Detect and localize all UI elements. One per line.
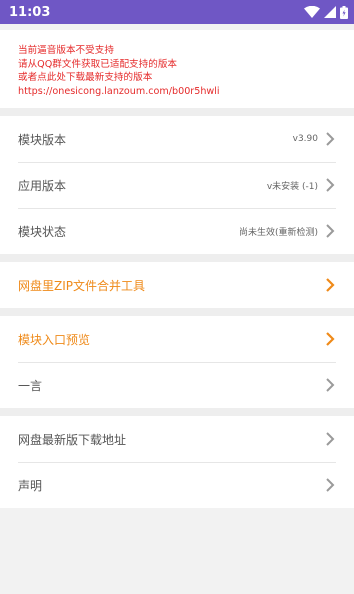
status-bar: 11:03 [0,0,354,24]
row-module-status[interactable]: 模块状态 尚未生效(重新检测) [0,208,354,254]
row-yiyan[interactable]: 一言 [0,362,354,408]
row-latest-download[interactable]: 网盘最新版下载地址 [0,416,354,462]
row-app-version[interactable]: 应用版本 v未安装 (-1) [0,162,354,208]
row-module-entry-preview[interactable]: 模块入口预览 [0,316,354,362]
section-divider [0,254,354,262]
signal-icon [324,6,336,18]
row-label: 声明 [18,478,43,493]
notice-line-1: 当前逼音版本不受支持 [18,45,114,56]
row-label: 应用版本 [18,178,67,193]
download-group: 网盘最新版下载地址 声明 [0,416,354,508]
unsupported-version-notice[interactable]: 当前逼音版本不受支持 请从QQ群文件获取已适配支持的版本 或者点此处下载最新支持… [0,30,354,108]
chevron-right-icon [326,132,335,146]
row-label: 模块版本 [18,132,67,147]
module-version-value: v3.90 [292,134,318,144]
wifi-icon [304,6,320,18]
row-label: 模块入口预览 [18,332,91,347]
chevron-right-icon [326,478,335,492]
chevron-right-icon [326,378,335,392]
entry-group: 模块入口预览 一言 [0,316,354,408]
battery-icon [340,5,348,19]
row-label: 网盘里ZIP文件合并工具 [18,278,145,293]
status-icons [304,5,348,19]
row-label: 一言 [18,378,43,393]
row-module-version[interactable]: 模块版本 v3.90 [0,116,354,162]
chevron-right-icon [326,332,335,346]
app-version-value: v未安装 (-1) [266,181,318,192]
tools-group: 网盘里ZIP文件合并工具 [0,262,354,308]
section-divider [0,408,354,416]
section-divider [0,108,354,116]
notice-line-2: 请从QQ群文件获取已适配支持的版本 [18,58,178,70]
row-label: 网盘最新版下载地址 [18,432,127,447]
status-time: 11:03 [9,4,51,20]
row-zip-merge-tool[interactable]: 网盘里ZIP文件合并工具 [0,262,354,308]
chevron-right-icon [326,224,335,238]
row-label: 模块状态 [18,224,67,239]
info-group: 模块版本 v3.90 应用版本 v未安装 (-1) 模块状态 尚未生效(重新检测… [0,116,354,254]
chevron-right-icon [326,178,335,192]
section-divider [0,308,354,316]
chevron-right-icon [326,432,335,446]
module-status-value: 尚未生效(重新检测) [238,227,318,238]
row-statement[interactable]: 声明 [0,462,354,508]
notice-line-3: 或者点此处下载最新支持的版本 [18,72,153,83]
chevron-right-icon [326,278,335,292]
notice-download-link[interactable]: https://onesicong.lanzoum.com/b00r5hwli [18,85,336,99]
